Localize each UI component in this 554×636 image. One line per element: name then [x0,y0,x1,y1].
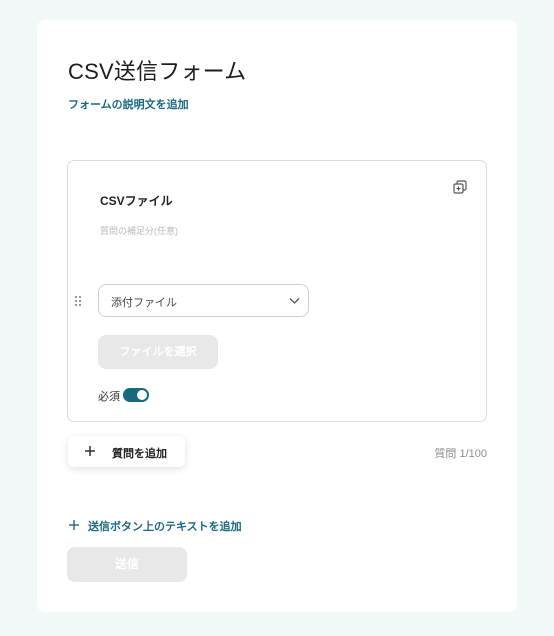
question-card[interactable]: CSVファイル 質問の補足分(任意) 添付ファイル ファイルを選択 必須 [67,160,487,422]
add-submit-text-label: 送信ボタン上のテキストを追加 [88,521,242,533]
add-question-label: 質問を追加 [112,448,167,460]
plus-icon [85,446,95,456]
question-type-value: 添付ファイル [111,297,177,309]
form-title[interactable]: CSV送信フォーム [68,54,246,86]
question-note-placeholder[interactable]: 質問の補足分(任意) [100,224,178,237]
plus-icon [69,520,79,530]
toggle-knob [137,390,147,400]
choose-file-button[interactable]: ファイルを選択 [98,335,218,369]
question-count: 質問 1/100 [434,448,487,460]
add-description-link[interactable]: フォームの説明文を追加 [68,96,189,112]
submit-button[interactable]: 送信 [67,547,187,582]
add-question-button[interactable]: 質問を追加 [68,436,185,467]
required-toggle[interactable] [123,388,149,402]
chevron-down-icon [289,298,300,304]
form-card: CSV送信フォーム フォームの説明文を追加 CSVファイル 質問の補足分(任意)… [37,20,517,612]
question-type-select[interactable]: 添付ファイル [98,284,309,317]
drag-handle-icon[interactable] [74,295,82,307]
question-title[interactable]: CSVファイル [100,192,173,209]
required-label: 必須 [98,391,120,403]
copy-icon[interactable] [453,180,467,194]
